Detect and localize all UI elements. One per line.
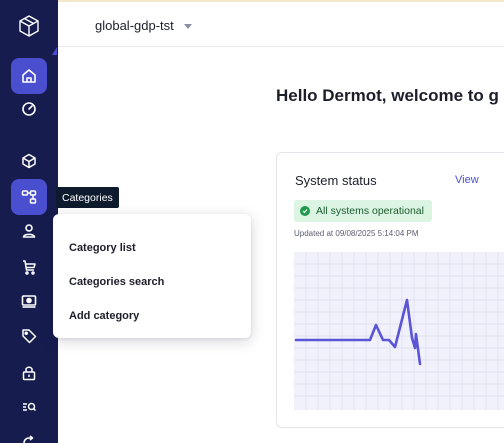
cart-icon <box>23 260 36 275</box>
app-logo-icon[interactable] <box>17 14 41 38</box>
card-title: System status <box>295 173 377 188</box>
sidebar-item-discounts[interactable] <box>11 318 47 354</box>
menu-item-category-list[interactable]: Category list <box>53 231 251 265</box>
project-selector[interactable]: global-gdp-tst <box>95 18 192 33</box>
status-text: All systems operational <box>316 205 424 217</box>
categories-icon <box>21 190 37 204</box>
sidebar-tooltip: Categories <box>56 187 119 208</box>
categories-menu: Category list Categories search Add cate… <box>53 214 251 338</box>
updated-timestamp: Updated at 09/08/2025 5:14:04 PM <box>294 229 419 238</box>
sidebar-item-categories[interactable] <box>11 179 47 215</box>
sidebar-item-refresh[interactable] <box>11 425 47 443</box>
sidebar <box>0 0 58 443</box>
welcome-heading: Hello Dermot, welcome to g <box>276 86 499 105</box>
sidebar-item-home[interactable] <box>11 58 47 94</box>
menu-item-add-category[interactable]: Add category <box>53 299 251 333</box>
system-status-card: System status View All systems operation… <box>276 152 504 428</box>
status-badge: All systems operational <box>294 200 432 222</box>
search-list-icon <box>23 402 37 412</box>
user-icon <box>22 224 36 238</box>
lock-icon <box>22 366 36 381</box>
sidebar-item-dashboard[interactable] <box>11 91 47 127</box>
project-name: global-gdp-tst <box>95 18 174 33</box>
sidebar-item-payments[interactable] <box>11 283 47 319</box>
refresh-icon <box>23 435 34 443</box>
topbar: global-gdp-tst <box>58 0 504 47</box>
home-icon <box>22 69 36 83</box>
sidebar-item-search[interactable] <box>11 389 47 425</box>
sidebar-item-orders[interactable] <box>11 249 47 285</box>
payment-icon <box>21 295 37 308</box>
sidebar-item-permissions[interactable] <box>11 355 47 391</box>
view-link[interactable]: View <box>455 174 479 186</box>
check-circle-icon <box>300 206 310 216</box>
sidebar-item-customers[interactable] <box>11 213 47 249</box>
chevron-down-icon <box>183 24 192 29</box>
tag-icon <box>22 329 37 344</box>
sidebar-item-products[interactable] <box>11 143 47 179</box>
cube-icon <box>22 153 36 169</box>
menu-item-categories-search[interactable]: Categories search <box>53 265 251 299</box>
gauge-icon <box>22 102 36 116</box>
status-chart <box>294 252 504 410</box>
sidebar-scroll-indicator[interactable] <box>52 47 57 55</box>
